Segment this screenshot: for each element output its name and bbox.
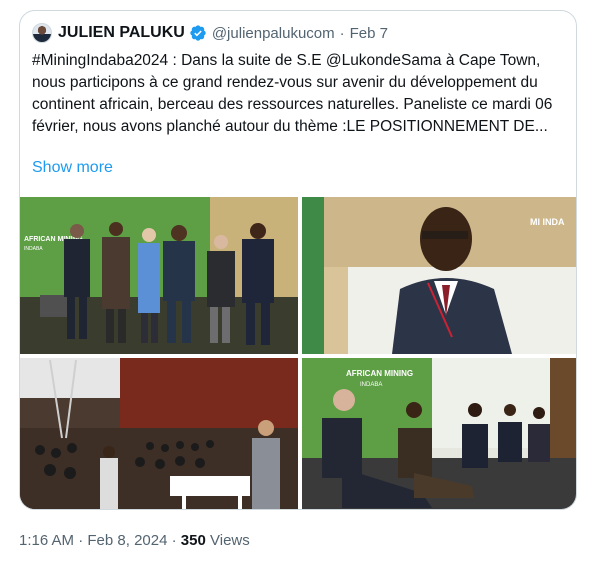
footer-separator: · bbox=[78, 532, 84, 549]
footer-separator: · bbox=[171, 532, 177, 549]
author-name[interactable]: JULIEN PALUKU bbox=[58, 24, 185, 42]
author-handle[interactable]: @julienpalukucom bbox=[212, 25, 335, 42]
tweet-full-date[interactable]: Feb 8, 2024 bbox=[87, 532, 167, 549]
tweet-date[interactable]: Feb 7 bbox=[350, 25, 388, 42]
media-grid: AFRICAN MINING INDABA MI INDA AFRICAN MI… bbox=[20, 197, 576, 509]
photo1-sublogo: INDABA bbox=[24, 246, 43, 252]
views-count: 350 bbox=[180, 532, 206, 549]
photo-panel-discussion[interactable]: AFRICAN MINING INDABA bbox=[302, 358, 576, 509]
avatar[interactable] bbox=[32, 23, 52, 43]
photo4-sublogo: INDABA bbox=[360, 382, 382, 388]
separator-dot: · bbox=[339, 24, 345, 42]
photo-audience-hall[interactable] bbox=[20, 358, 298, 509]
photo4-logo: AFRICAN MINING bbox=[346, 369, 413, 378]
photo2-banner: MI INDA bbox=[530, 217, 565, 227]
verified-badge-icon bbox=[189, 24, 207, 42]
tweet-card[interactable]: JULIEN PALUKU @julienpalukucom · Feb 7 #… bbox=[19, 10, 577, 510]
tweet-header: JULIEN PALUKU @julienpalukucom · Feb 7 bbox=[32, 22, 388, 44]
show-more-link[interactable]: Show more bbox=[32, 159, 113, 177]
views-label: Views bbox=[210, 532, 250, 549]
tweet-footer: 1:16 AM · Feb 8, 2024 · 350 Views bbox=[19, 532, 250, 549]
photo-group-on-stage[interactable]: AFRICAN MINING INDABA bbox=[20, 197, 298, 354]
tweet-time[interactable]: 1:16 AM bbox=[19, 532, 74, 549]
photo-speaker-closeup[interactable]: MI INDA bbox=[302, 197, 576, 354]
tweet-text: #MiningIndaba2024 : Dans la suite de S.E… bbox=[32, 52, 553, 135]
